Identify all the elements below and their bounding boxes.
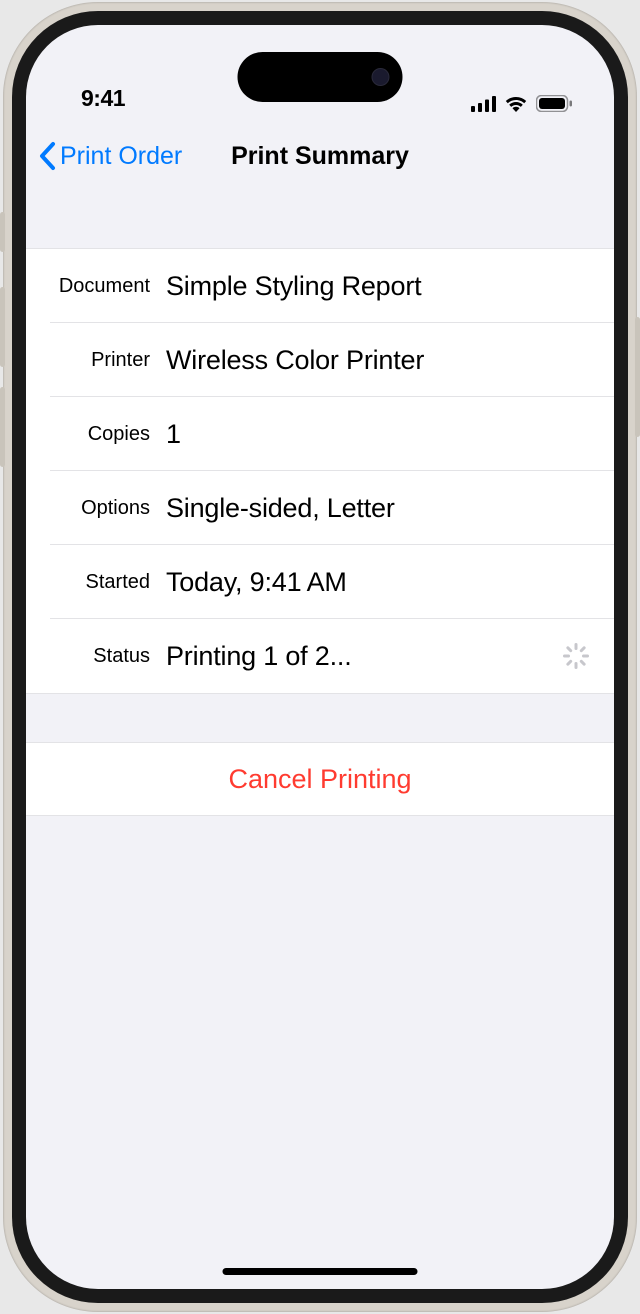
page-title: Print Summary <box>231 142 409 171</box>
row-value: Simple Styling Report <box>166 271 590 302</box>
phone-frame: 9:41 <box>3 2 637 1312</box>
row-label: Started <box>38 571 166 594</box>
summary-row-status: Status Printing 1 of 2... <box>26 619 614 693</box>
side-button <box>635 317 640 437</box>
summary-row-copies: Copies 1 <box>26 397 614 471</box>
side-button <box>0 212 5 252</box>
row-value: Printing 1 of 2... <box>166 641 562 672</box>
row-label: Options <box>38 497 166 520</box>
row-value: 1 <box>166 419 590 450</box>
back-button[interactable]: Print Order <box>38 141 182 171</box>
row-label: Copies <box>38 423 166 446</box>
row-label: Document <box>38 275 166 298</box>
row-value: Today, 9:41 AM <box>166 567 590 598</box>
status-time: 9:41 <box>81 85 125 112</box>
dynamic-island <box>238 52 403 102</box>
front-camera-icon <box>372 68 390 86</box>
chevron-left-icon <box>38 141 56 171</box>
row-value: Single-sided, Letter <box>166 493 590 524</box>
summary-section: Document Simple Styling Report Printer W… <box>26 248 614 694</box>
content-area: Document Simple Styling Report Printer W… <box>26 192 614 816</box>
summary-row-started: Started Today, 9:41 AM <box>26 545 614 619</box>
wifi-icon <box>504 95 528 112</box>
cancel-printing-button[interactable]: Cancel Printing <box>26 743 614 815</box>
row-label: Status <box>38 645 166 668</box>
status-icons <box>471 95 572 112</box>
cellular-icon <box>471 96 496 112</box>
screen: 9:41 <box>26 25 614 1289</box>
battery-icon <box>536 95 572 112</box>
row-value: Wireless Color Printer <box>166 345 590 376</box>
section-gap <box>26 694 614 742</box>
home-indicator[interactable] <box>223 1268 418 1275</box>
side-button <box>0 387 5 467</box>
row-label: Printer <box>38 349 166 372</box>
back-label: Print Order <box>60 142 182 171</box>
cancel-section: Cancel Printing <box>26 742 614 816</box>
spacer <box>26 192 614 248</box>
spinner-icon <box>562 642 590 670</box>
summary-row-options: Options Single-sided, Letter <box>26 471 614 545</box>
phone-bezel: 9:41 <box>12 11 628 1303</box>
side-button <box>0 287 5 367</box>
summary-row-printer: Printer Wireless Color Printer <box>26 323 614 397</box>
navigation-bar: Print Order Print Summary <box>26 120 614 192</box>
summary-row-document: Document Simple Styling Report <box>26 249 614 323</box>
